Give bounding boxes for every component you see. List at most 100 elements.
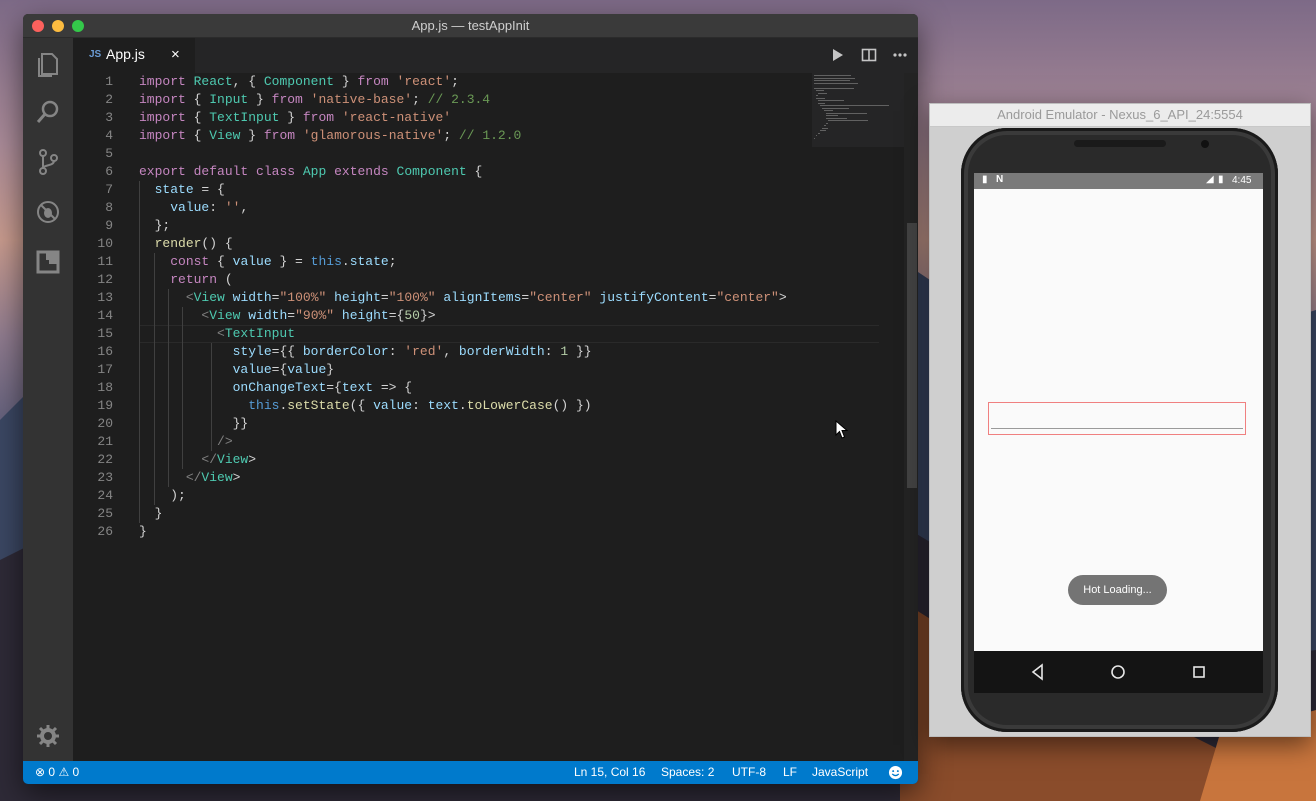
code-line[interactable]: 16 style={{ borderColor: 'red', borderWi… [73,343,813,361]
code-line[interactable]: 9 }; [73,217,813,235]
code-text: import { Input } from 'native-base'; // … [139,92,491,107]
line-number: 12 [97,272,113,287]
home-icon[interactable] [1108,662,1128,682]
phone-screen[interactable]: ▮ N ◢ ▮ 4:45 Hot Loading... [974,173,1263,651]
android-emulator-window: Android Emulator - Nexus_6_API_24:5554 ▮… [929,103,1311,737]
code-text: value={value} [232,362,335,377]
scrollbar-thumb[interactable] [907,223,917,488]
split-editor-icon[interactable] [861,47,877,63]
more-icon[interactable] [892,47,908,63]
minimap-line [816,97,825,99]
line-number: 23 [97,470,113,485]
line-number: 25 [97,506,113,521]
line-number: 20 [97,416,113,431]
minimap-line [814,75,851,76]
line-number: 2 [105,92,113,107]
code-line[interactable]: 2 import { Input } from 'native-base'; //… [73,91,813,109]
back-icon[interactable] [1028,662,1048,682]
minimap-line [814,137,815,139]
smiley-icon[interactable] [888,765,903,780]
code-text: state = { [154,182,225,197]
line-number: 14 [97,308,113,323]
line-ending[interactable]: LF [783,765,797,779]
code-line[interactable]: 18 onChangeText={text => { [73,379,813,397]
code-line[interactable]: 23 </View> [73,469,813,487]
code-line[interactable]: 22 </View> [73,451,813,469]
android-status-bar: ▮ N ◢ ▮ 4:45 [974,173,1263,189]
line-number: 26 [97,524,113,539]
code-line[interactable]: 11 const { value } = this.state; [73,253,813,271]
extensions-icon[interactable] [34,248,62,276]
code-line[interactable]: 6 export default class App extends Compon… [73,163,813,181]
code-line[interactable]: 3 import { TextInput } from 'react-native… [73,109,813,127]
code-text: </View> [185,470,241,485]
code-text: <View width="100%" height="100%" alignIt… [185,290,787,305]
code-line[interactable]: 7 state = { [73,181,813,199]
indentation[interactable]: Spaces: 2 [661,765,714,779]
vertical-scrollbar[interactable] [904,73,918,761]
minimap-line [828,120,868,121]
line-number: 24 [97,488,113,503]
line-number: 6 [105,164,113,179]
line-number: 11 [97,254,113,269]
code-line[interactable]: 4 import { View } from 'glamorous-native'… [73,127,813,145]
code-editor[interactable]: 1 import React, { Component } from 'react… [73,73,918,761]
debug-icon[interactable] [34,198,62,226]
line-number: 18 [97,380,113,395]
code-line[interactable]: 12 return ( [73,271,813,289]
search-icon[interactable] [34,98,62,126]
code-text: </View> [201,452,257,467]
tab-strip: JS App.js × [73,38,918,73]
activity-bar [23,38,73,761]
code-line[interactable]: 19 this.setState({ value: text.toLowerCa… [73,397,813,415]
code-line[interactable]: 24 ); [73,487,813,505]
line-number: 9 [105,218,113,233]
minimap-line [826,115,838,116]
code-line[interactable]: 17 value={value} [73,361,813,379]
code-line[interactable]: 21 /> [73,433,813,451]
code-line[interactable]: 10 render() { [73,235,813,253]
recents-icon[interactable] [1189,662,1209,682]
minimap[interactable] [812,73,904,147]
signal-icon: ◢ [1206,174,1214,185]
run-icon[interactable] [829,47,845,63]
encoding[interactable]: UTF-8 [732,765,766,779]
battery-icon: ▮ [1218,174,1224,185]
code-line[interactable]: 1 import React, { Component } from 'react… [73,73,813,91]
cursor-position[interactable]: Ln 15, Col 16 [574,765,645,779]
code-line[interactable]: 25 } [73,505,813,523]
close-tab-icon[interactable]: × [171,46,180,63]
files-icon[interactable] [34,50,62,78]
language-mode[interactable]: JavaScript [812,765,868,779]
code-line[interactable]: 15 <TextInput [73,325,813,343]
code-text: import { TextInput } from 'react-native' [139,110,452,125]
minimap-line [814,82,859,84]
code-line[interactable]: 20 }} [73,415,813,433]
gear-icon[interactable] [34,722,62,750]
problems-indicator[interactable]: ⊗ 0 ⚠ 0 [35,765,79,779]
line-number: 1 [105,74,113,89]
emulator-title: Android Emulator - Nexus_6_API_24:5554 [930,104,1310,127]
line-number: 5 [105,146,113,161]
code-line[interactable]: 8 value: '', [73,199,813,217]
status-bar: ⊗ 0 ⚠ 0 Ln 15, Col 16 Spaces: 2 UTF-8 LF… [23,761,918,784]
source-control-icon[interactable] [34,148,62,176]
text-input[interactable] [988,402,1246,435]
code-line[interactable]: 14 <View width="90%" height={50}> [73,307,813,325]
minimap-line [826,122,828,124]
code-line[interactable]: 26} [73,523,813,541]
minimap-line [818,102,826,104]
code-text: import { View } from 'glamorous-native';… [139,128,522,143]
mouse-cursor-icon [835,420,849,439]
code-text: this.setState({ value: text.toLowerCase(… [248,398,592,413]
minimap-line [826,117,847,119]
code-text: }; [139,218,171,233]
minimap-line [822,127,829,129]
code-text: onChangeText={text => { [232,380,413,395]
code-line[interactable]: 13 <View width="100%" height="100%" alig… [73,289,813,307]
minimap-line [824,110,833,111]
tab-label: App.js [106,46,145,62]
minimap-line [814,87,854,89]
tab-app-js[interactable]: JS App.js × [73,38,195,73]
code-line[interactable]: 5 [73,145,813,163]
